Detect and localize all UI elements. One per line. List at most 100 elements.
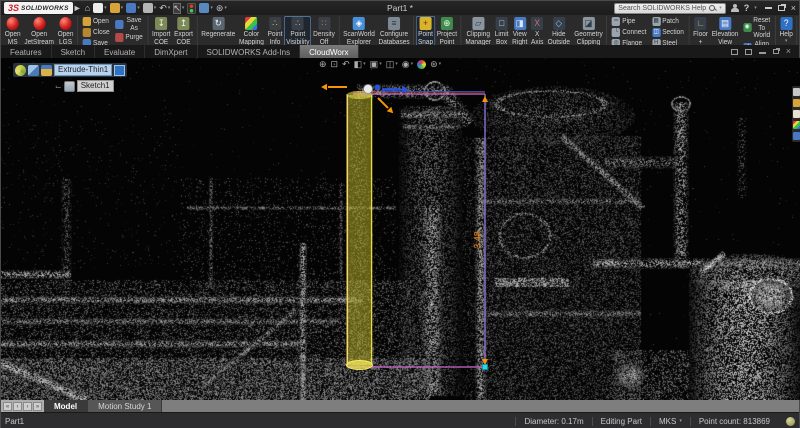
toolbar-button-reset-to-world[interactable]: ◉Reset To World	[742, 17, 771, 40]
undo-button[interactable]: ↶▾	[159, 3, 170, 14]
menu-flyout-arrow-button[interactable]: ►	[73, 3, 82, 13]
feature-tree-item-extrude[interactable]: Extrude-Thin1	[13, 63, 127, 77]
sketch-label[interactable]: Sketch1	[77, 80, 114, 92]
home-button[interactable]: ⌂	[85, 3, 90, 13]
tab-scroll-button-0[interactable]: «	[3, 402, 12, 411]
tab-scroll-button-1[interactable]: ‹	[13, 402, 22, 411]
open-document-button[interactable]: ▾	[110, 3, 124, 13]
previous-view-button[interactable]: ↶	[342, 59, 350, 69]
task-pane-tab-custom-properties[interactable]	[793, 132, 800, 140]
edit-appearance-button[interactable]	[417, 60, 426, 69]
toolbar-button-hide-outside-polygon[interactable]: ◇Hide Outside Polygon▾	[545, 16, 572, 45]
toolbar-button-section[interactable]: ◫Section	[651, 28, 685, 38]
toolbar-button-geometry-clipping[interactable]: ◪Geometry Clipping	[572, 16, 604, 45]
view-settings-button[interactable]: ⊛▾	[430, 59, 441, 69]
toolbar-button-color-mapping[interactable]: Color Mapping	[237, 16, 266, 45]
view-orientation-button[interactable]: ▣▾	[370, 59, 382, 69]
toolbar-button-open-lgs[interactable]: Open LGS	[56, 16, 76, 45]
close-button[interactable]: ×	[791, 4, 796, 13]
zoom-to-fit-button[interactable]: ⊕	[319, 59, 327, 69]
toolbar-button-point-info[interactable]: ∴Point Info	[266, 16, 285, 45]
toolbar-button-close[interactable]: Close	[82, 28, 111, 38]
toolbar-button-save[interactable]: Save	[82, 39, 111, 45]
task-pane-tab-appearances[interactable]	[793, 121, 800, 129]
print-button[interactable]: ▾	[143, 3, 157, 13]
restore-button[interactable]	[778, 5, 785, 11]
toolbar-button-steel[interactable]: HSteel	[651, 39, 685, 45]
toolbar-button-clipping-manager[interactable]: ▱Clipping Manager	[464, 16, 493, 45]
ribbon-tab-features[interactable]: Features	[1, 45, 52, 58]
feature-label[interactable]: Extrude-Thin1	[54, 64, 112, 76]
zoom-to-area-button[interactable]: ⊡	[331, 59, 339, 69]
ribbon-tab-solidworks-add-ins[interactable]: SOLIDWORKS Add-Ins	[198, 45, 301, 58]
minimize-button[interactable]	[765, 7, 772, 9]
toolbar-button-elevation-view[interactable]: ▤Elevation View▾	[710, 16, 740, 45]
task-pane-tab-design-library[interactable]	[793, 99, 800, 107]
toolbar-button-point-visibility[interactable]: ∴Point Visibility	[284, 16, 311, 45]
status-point-count: Point count: 813869	[690, 417, 778, 426]
login-user-icon[interactable]	[731, 4, 739, 13]
toolbar-button-pipe[interactable]: ═Pipe	[611, 17, 647, 27]
section-view-button[interactable]: ◧▾	[354, 59, 366, 69]
toolbar-button-connect[interactable]: └Connect	[611, 28, 647, 38]
toolbar-button-view-right[interactable]: ◨View Right▾	[510, 16, 529, 45]
toolbar-button-x-axis[interactable]: XX Axis▾	[529, 16, 545, 45]
feature-tree-item-sketch[interactable]: ⌙ Sketch1	[55, 80, 127, 92]
toolbar-button-flange[interactable]: ◎Flange	[611, 39, 647, 45]
search-scope-caret-icon[interactable]: ▾	[719, 5, 722, 11]
task-pane-tab-resources[interactable]	[793, 88, 800, 96]
toolbar-button-patch[interactable]: ▦Patch	[651, 17, 685, 27]
display-settings-button[interactable]: ▾	[199, 3, 213, 13]
display-style-caret-icon: ▾	[395, 61, 398, 67]
select-cursor-button[interactable]: ↖▾	[173, 3, 184, 14]
toolbar-button-open-jetstream[interactable]: Open JetStream	[22, 16, 55, 45]
tab-scroll-button-2[interactable]: ›	[23, 402, 32, 411]
document-minimize-button[interactable]	[759, 52, 766, 54]
ribbon-tab-evaluate[interactable]: Evaluate	[95, 45, 145, 58]
web-help-icon[interactable]	[786, 417, 795, 426]
status-mks[interactable]: MKS▾	[650, 417, 690, 426]
cascade-windows-icon[interactable]	[745, 49, 752, 55]
toolbar-button-density-off[interactable]: ∷Density Off▾	[311, 16, 336, 45]
help-icon[interactable]: ?	[744, 3, 750, 13]
toolbar-button-save-as[interactable]: Save As	[114, 17, 143, 32]
help-caret-icon[interactable]: ▾	[754, 5, 757, 11]
toolbar-button-purge[interactable]: Purge	[114, 33, 143, 43]
toolbar-button-project-point[interactable]: ⊕Project Point	[435, 16, 459, 45]
tab-motion-study-1[interactable]: Motion Study 1	[88, 400, 162, 412]
tab-scroll-button-3[interactable]: »	[33, 402, 42, 411]
toolbar-button-scanworld-explorer[interactable]: ◈ScanWorld Explorer	[341, 16, 376, 45]
new-document-button[interactable]: ▾	[93, 3, 107, 13]
task-pane-tab-file-explorer[interactable]	[793, 110, 800, 118]
toolbar-button-point-snap[interactable]: +Point Snap	[416, 16, 435, 45]
search-box[interactable]: Search SOLIDWORKS Help ▾	[614, 3, 725, 14]
toolbar-button-open[interactable]: Open	[82, 17, 111, 27]
view-orientation-caret-icon: ▾	[379, 61, 382, 67]
search-icon[interactable]	[709, 5, 716, 12]
save-icon	[83, 39, 91, 45]
ribbon-tab-cloudworx[interactable]: CloudWorx	[300, 45, 358, 58]
ribbon-tab-dimxpert[interactable]: DimXpert	[145, 45, 197, 58]
ribbon-tab-sketch[interactable]: Sketch	[52, 45, 95, 58]
feature-preview-button[interactable]	[114, 65, 125, 76]
toolbar-button-configure-databases[interactable]: ≡Configure Databases	[377, 16, 412, 45]
toolbar-button-import-coe[interactable]: ↧Import COE	[150, 16, 172, 45]
tab-model[interactable]: Model	[44, 400, 88, 412]
toolbar-button-floor-wall[interactable]: ∟Floor + Wall▾	[691, 16, 710, 45]
toolbar-button-help[interactable]: ?Help▾	[778, 16, 795, 44]
tree-connector: ⌙	[55, 82, 62, 91]
toolbar-button-regenerate[interactable]: ↻Regenerate	[199, 16, 237, 39]
rebuild-traffic-light-button[interactable]	[187, 3, 196, 14]
save-button[interactable]: ▾	[126, 3, 140, 13]
toolbar-button-align-view[interactable]: ⇄Align View	[742, 41, 771, 46]
document-restore-button[interactable]	[773, 49, 779, 54]
point-cloud-canvas[interactable]	[1, 58, 800, 400]
new-window-icon[interactable]	[731, 49, 738, 55]
toolbar-button-export-coe[interactable]: ↥Export COE	[172, 16, 194, 45]
document-close-button[interactable]: ×	[786, 47, 791, 56]
toolbar-button-open-ms-view[interactable]: Open MS View	[3, 16, 23, 45]
options-gear-button[interactable]: ⊛▾	[216, 3, 227, 14]
hide-show-items-button[interactable]: ◉▾	[402, 59, 413, 69]
toolbar-button-limit-box[interactable]: □Limit Box	[493, 16, 510, 45]
display-style-button[interactable]: ◫▾	[386, 59, 398, 69]
